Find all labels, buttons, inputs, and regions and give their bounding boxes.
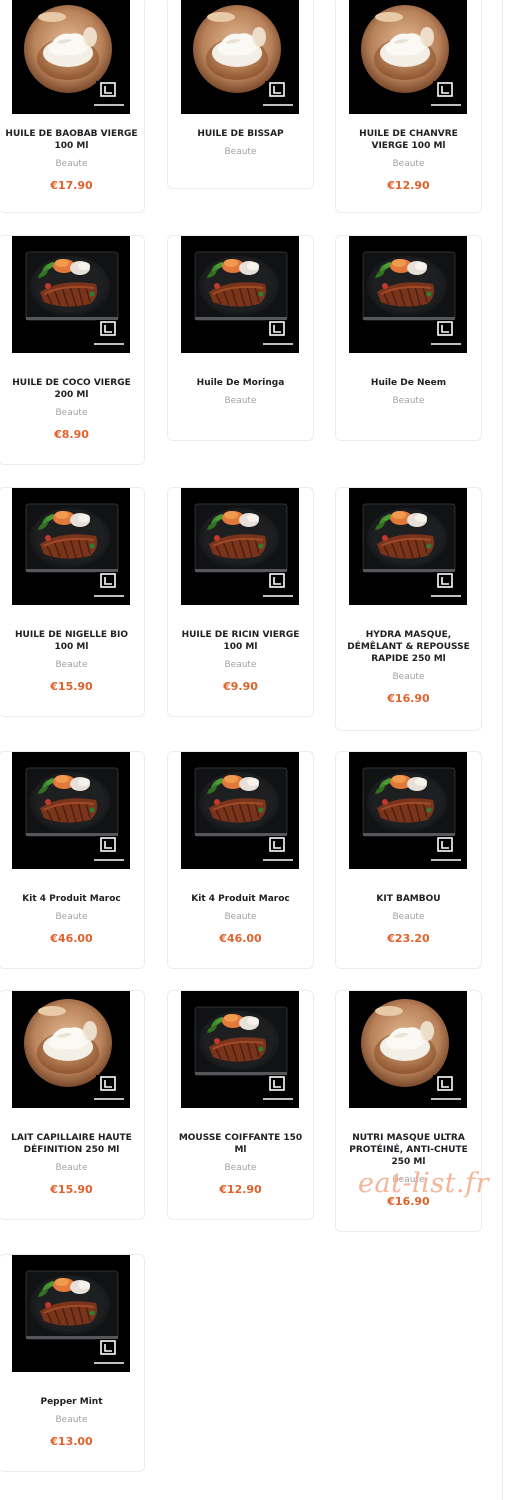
product-category: Beaute xyxy=(224,147,257,157)
product-card[interactable]: HUILE DE RICIN VIERGE 100 Ml Beaute €9.90 xyxy=(167,487,314,717)
product-image[interactable] xyxy=(349,991,467,1108)
product-name[interactable]: HUILE DE BAOBAB VIERGE 100 Ml xyxy=(5,128,138,152)
product-card[interactable]: HUILE DE BAOBAB VIERGE 100 Ml Beaute €17.9… xyxy=(0,0,145,213)
product-price: €23.20 xyxy=(387,932,430,945)
product-name[interactable]: HUILE DE CHANVRE VIERGE 100 Ml xyxy=(342,128,475,152)
product-category: Beaute xyxy=(392,672,425,682)
product-category: Beaute xyxy=(55,1415,88,1425)
product-name[interactable]: MOUSSE COIFFANTE 150 Ml xyxy=(174,1132,307,1156)
product-category: Beaute xyxy=(224,912,257,922)
product-card[interactable]: MOUSSE COIFFANTE 150 Ml Beaute €12.90 xyxy=(167,990,314,1220)
product-image[interactable] xyxy=(181,488,299,605)
product-image[interactable] xyxy=(181,0,299,114)
product-category: Beaute xyxy=(392,912,425,922)
product-image[interactable] xyxy=(12,488,130,605)
product-price: €9.90 xyxy=(223,680,258,693)
product-image[interactable] xyxy=(349,488,467,605)
product-name[interactable]: NUTRI MASQUE ULTRA PROTÉINÉ, ANTI-CHUTE … xyxy=(342,1132,475,1168)
product-image[interactable] xyxy=(12,236,130,353)
product-price: €17.90 xyxy=(50,179,93,192)
product-card[interactable]: HYDRA MASQUE, DÉMÊLANT & REPOUSSE RAPIDE… xyxy=(335,487,482,731)
product-category: Beaute xyxy=(55,660,88,670)
product-price: €12.90 xyxy=(219,1183,262,1196)
product-image[interactable] xyxy=(349,236,467,353)
product-card[interactable]: Pepper Mint Beaute €13.00 xyxy=(0,1254,145,1472)
product-image[interactable] xyxy=(181,236,299,353)
product-category: Beaute xyxy=(392,396,425,406)
product-name[interactable]: HUILE DE COCO VIERGE 200 Ml xyxy=(5,377,138,401)
product-name[interactable]: HUILE DE RICIN VIERGE 100 Ml xyxy=(174,629,307,653)
product-name[interactable]: Huile De Neem xyxy=(342,377,475,389)
product-category: Beaute xyxy=(55,1163,88,1173)
product-image[interactable] xyxy=(12,0,130,114)
product-name[interactable]: HYDRA MASQUE, DÉMÊLANT & REPOUSSE RAPIDE… xyxy=(342,629,475,665)
product-name[interactable]: Pepper Mint xyxy=(5,1396,138,1408)
product-name[interactable]: Kit 4 Produit Maroc xyxy=(5,893,138,905)
product-category: Beaute xyxy=(224,660,257,670)
product-price: €13.00 xyxy=(50,1435,93,1448)
product-image[interactable] xyxy=(181,991,299,1108)
product-category: Beaute xyxy=(55,408,88,418)
product-image[interactable] xyxy=(12,991,130,1108)
product-price: €46.00 xyxy=(50,932,93,945)
product-card[interactable]: LAIT CAPILLAIRE HAUTE DÉFINITION 250 Ml B… xyxy=(0,990,145,1220)
product-name[interactable]: HUILE DE BISSAP xyxy=(174,128,307,140)
product-name[interactable]: HUILE DE NIGELLE BIO 100 Ml xyxy=(5,629,138,653)
product-price: €12.90 xyxy=(387,179,430,192)
product-card[interactable]: Huile De Neem Beaute xyxy=(335,235,482,441)
product-card[interactable]: HUILE DE NIGELLE BIO 100 Ml Beaute €15.90 xyxy=(0,487,145,717)
product-image[interactable] xyxy=(12,1255,130,1372)
product-category: Beaute xyxy=(224,396,257,406)
product-category: Beaute xyxy=(55,159,88,169)
page-divider xyxy=(502,0,503,1500)
product-price: €46.00 xyxy=(219,932,262,945)
product-image[interactable] xyxy=(349,0,467,114)
product-price: €15.90 xyxy=(50,1183,93,1196)
product-name[interactable]: LAIT CAPILLAIRE HAUTE DÉFINITION 250 Ml xyxy=(5,1132,138,1156)
product-image[interactable] xyxy=(349,752,467,869)
product-card[interactable]: KIT BAMBOU Beaute €23.20 xyxy=(335,751,482,969)
product-card[interactable]: HUILE DE CHANVRE VIERGE 100 Ml Beaute €12.… xyxy=(335,0,482,213)
product-price: €15.90 xyxy=(50,680,93,693)
product-card[interactable]: Kit 4 Produit Maroc Beaute €46.00 xyxy=(167,751,314,969)
product-name[interactable]: Kit 4 Produit Maroc xyxy=(174,893,307,905)
product-card[interactable]: HUILE DE COCO VIERGE 200 Ml Beaute €8.90 xyxy=(0,235,145,465)
product-name[interactable]: Huile De Moringa xyxy=(174,377,307,389)
product-category: Beaute xyxy=(392,159,425,169)
product-card[interactable]: HUILE DE BISSAP Beaute xyxy=(167,0,314,189)
watermark: eat-list.fr xyxy=(358,1168,490,1199)
product-name[interactable]: KIT BAMBOU xyxy=(342,893,475,905)
product-card[interactable]: Kit 4 Produit Maroc Beaute €46.00 xyxy=(0,751,145,969)
product-category: Beaute xyxy=(224,1163,257,1173)
product-image[interactable] xyxy=(12,752,130,869)
product-price: €8.90 xyxy=(54,428,89,441)
product-category: Beaute xyxy=(55,912,88,922)
product-image[interactable] xyxy=(181,752,299,869)
product-price: €16.90 xyxy=(387,692,430,705)
product-card[interactable]: Huile De Moringa Beaute xyxy=(167,235,314,441)
